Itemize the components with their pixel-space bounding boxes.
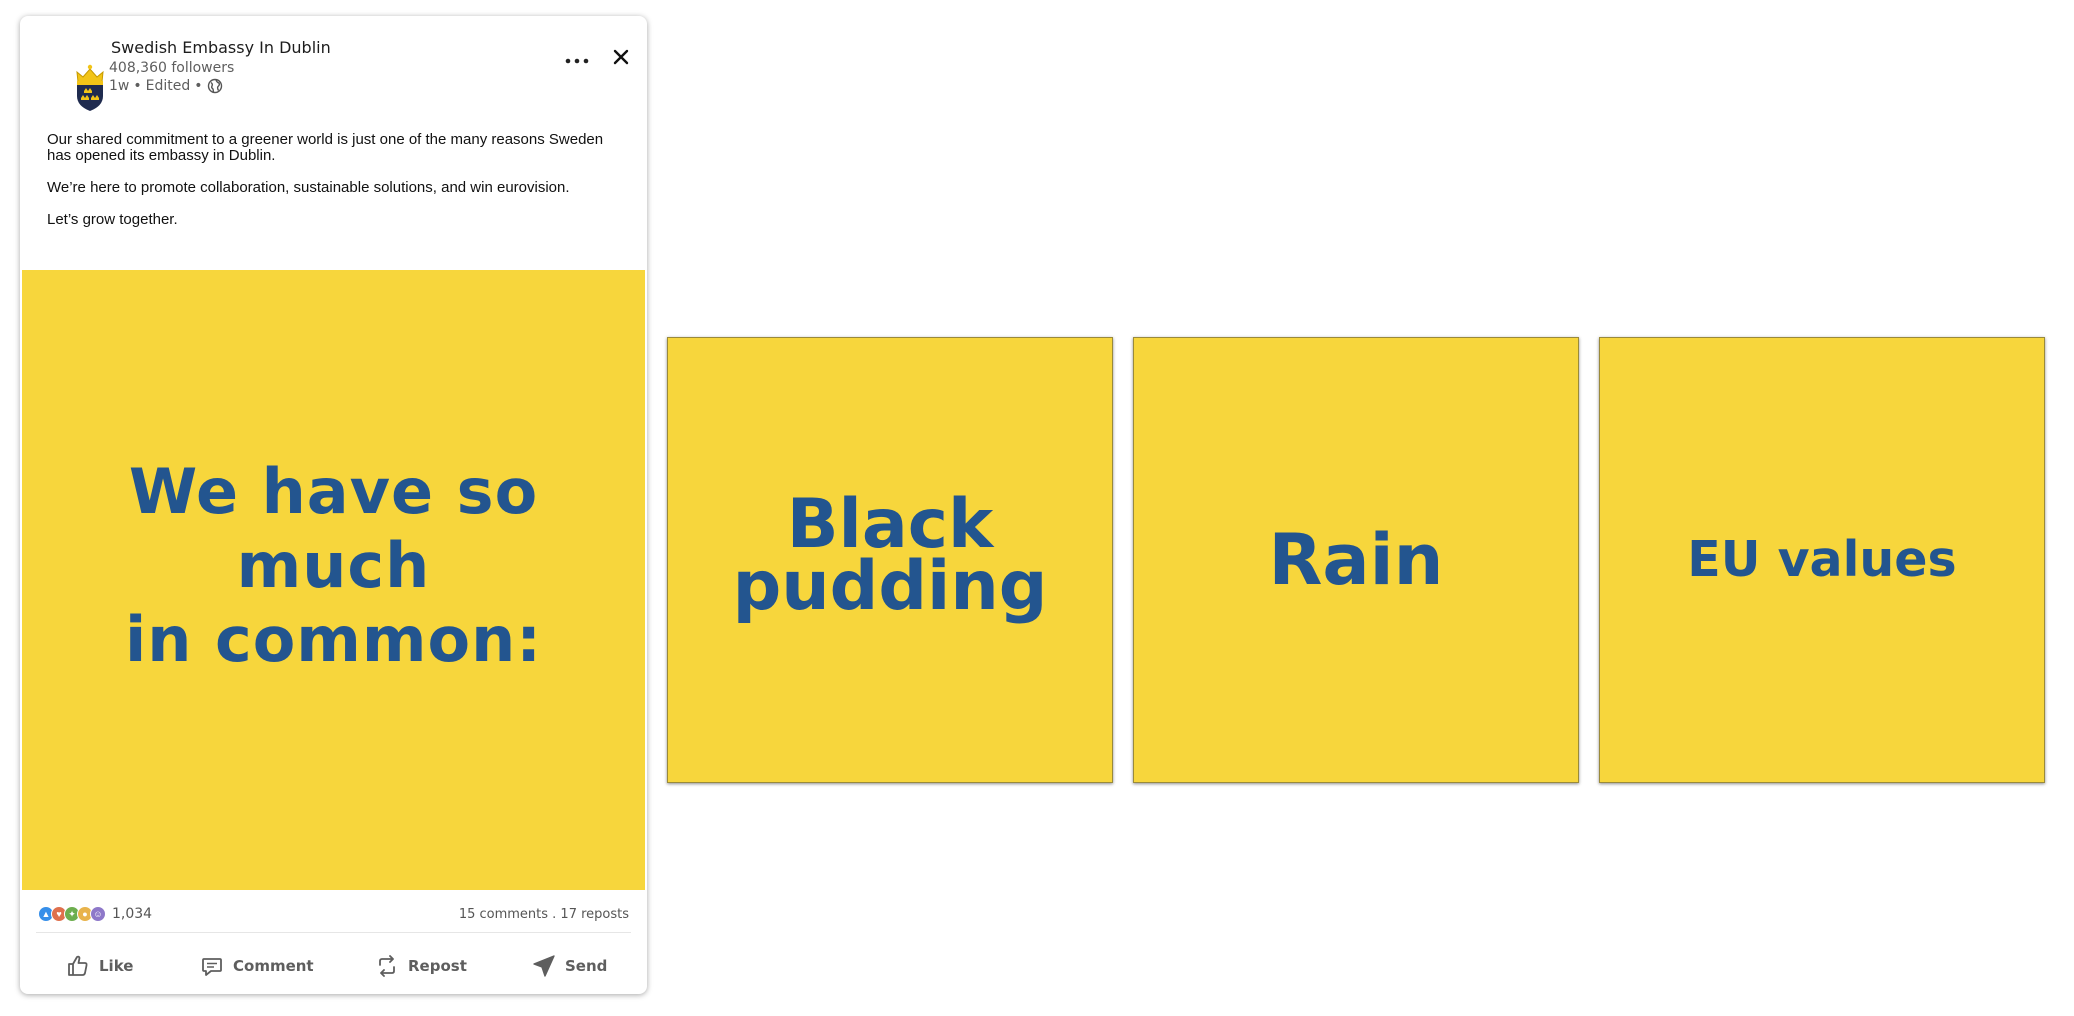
meta-separator: • [194,77,203,94]
post-image[interactable]: We have so much in common: [22,270,645,890]
comment-button[interactable]: Comment [200,944,314,988]
globe-icon [207,78,222,94]
follower-count: 408,360 followers [109,60,235,76]
funny-reaction-icon: ☺ [90,906,106,922]
more-options-button[interactable] [563,52,591,70]
post-body: Our shared commitment to a greener world… [47,132,617,244]
tile-text: Black pudding [732,485,1048,626]
post-time: 1w [109,77,130,94]
tile-eu-values[interactable]: EU values [1599,337,2045,783]
repost-button[interactable]: Repost [375,944,467,988]
author-name[interactable]: Swedish Embassy In Dublin [111,38,331,57]
post-meta: 1w • Edited • [109,77,223,94]
tile-black-pudding[interactable]: Black pudding [667,337,1113,783]
repost-label: Repost [408,957,467,975]
send-label: Send [565,957,608,975]
thumbs-up-icon [68,955,88,976]
close-button[interactable] [606,42,636,72]
comment-bubble-icon [202,958,222,976]
close-icon [613,49,629,65]
post-paragraph: We’re here to promote collaboration, sus… [47,179,570,196]
post-paragraph: Our shared commitment to a greener world… [47,131,604,164]
like-button[interactable]: Like [66,944,133,988]
edited-label: Edited [145,77,191,94]
divider [36,932,631,933]
comments-reposts-count[interactable]: 15 comments . 17 reposts [459,907,629,922]
ellipsis-icon [565,58,589,64]
tile-text: EU values [1687,531,1957,588]
action-bar: Like Comment Repost Send [20,944,647,988]
like-label: Like [99,957,134,975]
paper-plane-icon [533,955,555,977]
image-headline: We have so much in common: [124,455,543,676]
tile-rain[interactable]: Rain [1133,337,1579,783]
reactions-summary[interactable]: ▲ ♥ ✦ ● ☺ 1,034 [38,906,152,922]
post-card: Swedish Embassy In Dublin 408,360 follow… [20,16,647,994]
post-paragraph: Let’s grow together. [47,211,178,228]
meta-separator: • [133,77,142,94]
reaction-count: 1,034 [112,906,153,922]
post-header: Swedish Embassy In Dublin 408,360 follow… [20,16,647,116]
tile-text: Rain [1268,519,1444,601]
comment-label: Comment [233,957,314,975]
repost-arrows-icon [379,955,395,977]
social-counts: ▲ ♥ ✦ ● ☺ 1,034 15 comments . 17 reposts [20,902,647,932]
send-button[interactable]: Send [532,944,607,988]
